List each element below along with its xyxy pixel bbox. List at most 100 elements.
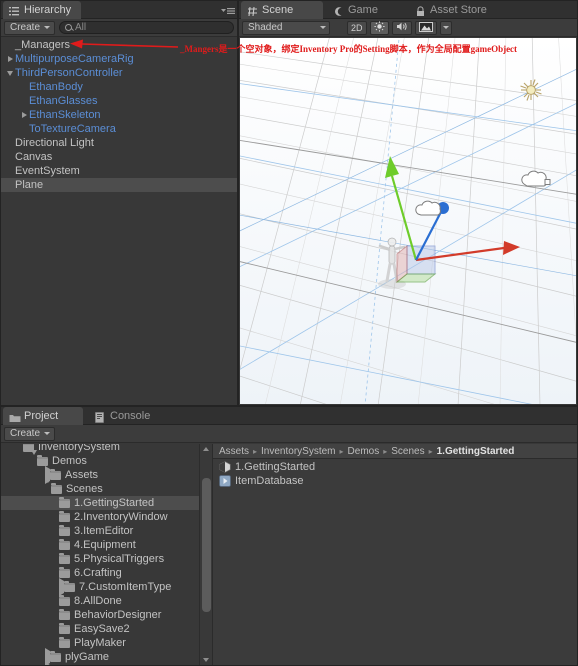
hierarchy-list[interactable]: _Managers MultipurposeCameraRig ThirdPerso… bbox=[1, 38, 237, 405]
project-tree-item-label: plyGame bbox=[65, 651, 110, 663]
project-tree-item-8-alldone[interactable]: 8.AllDone bbox=[1, 594, 199, 608]
project-tree-item-label: 7.CustomItemType bbox=[79, 581, 172, 593]
project-tree-item-easysave2[interactable]: EasySave2 bbox=[1, 622, 199, 636]
project-create-button[interactable]: Create bbox=[4, 426, 56, 441]
hierarchy-toolbar: Create All bbox=[1, 19, 237, 37]
project-tabbar: Project Console bbox=[1, 407, 577, 425]
tab-project[interactable]: Project bbox=[3, 407, 83, 425]
project-body: InventorySystem Demos Assets Scenes 1.Gettin… bbox=[1, 444, 577, 665]
tab-console[interactable]: Console bbox=[89, 407, 160, 425]
scroll-down-arrow[interactable] bbox=[200, 655, 212, 665]
game-icon bbox=[333, 5, 344, 16]
hierarchy-item-eventsystem[interactable]: EventSystem bbox=[1, 164, 237, 178]
tab-project-label: Project bbox=[24, 410, 59, 422]
toggle-2d-label: 2D bbox=[351, 22, 363, 33]
breadcrumb-item[interactable]: Scenes bbox=[391, 446, 424, 457]
project-tree-item-demos[interactable]: Demos bbox=[1, 450, 199, 468]
toggle-audio-button[interactable] bbox=[391, 20, 412, 35]
hierarchy-item-plane[interactable]: Plane bbox=[1, 178, 237, 192]
project-file-itemdatabase[interactable]: ItemDatabase bbox=[213, 474, 577, 488]
project-tree-item-scenes[interactable]: Scenes bbox=[1, 478, 199, 496]
sun-icon bbox=[373, 21, 385, 34]
panel-menu-icon[interactable] bbox=[221, 6, 235, 14]
hierarchy-item-canvas[interactable]: Canvas bbox=[1, 150, 237, 164]
chevron-down-icon[interactable] bbox=[5, 70, 15, 76]
draw-mode-dropdown[interactable]: Shaded bbox=[242, 20, 330, 35]
folder-icon bbox=[59, 608, 70, 620]
hierarchy-panel: Hierarchy Create All _Managers Multipurp… bbox=[0, 0, 238, 406]
project-content-pane: Assets ▸ InventorySystem ▸ Demos ▸ Scenes ▸ 1.Ge… bbox=[213, 444, 577, 665]
project-tree-item-assets[interactable]: Assets bbox=[1, 466, 199, 484]
toggle-effects-button[interactable] bbox=[414, 20, 437, 35]
project-tree-item-ufps[interactable]: UFPS bbox=[1, 662, 199, 665]
tab-game-label: Game bbox=[348, 4, 378, 16]
project-tree-item-5-physicaltriggers[interactable]: 5.PhysicalTriggers bbox=[1, 552, 199, 566]
hierarchy-item-ethanskeleton[interactable]: EthanSkeleton bbox=[1, 108, 237, 122]
hierarchy-item-ethanglasses[interactable]: EthanGlasses bbox=[1, 94, 237, 108]
breadcrumb-item[interactable]: Assets bbox=[219, 446, 249, 457]
breadcrumb[interactable]: Assets ▸ InventorySystem ▸ Demos ▸ Scenes ▸ 1.Ge… bbox=[213, 444, 577, 459]
tab-hierarchy-label: Hierarchy bbox=[24, 4, 72, 16]
project-tree-item-label: 4.Equipment bbox=[74, 539, 136, 551]
hierarchy-item-directional-light[interactable]: Directional Light bbox=[1, 136, 237, 150]
chevron-down-icon bbox=[320, 26, 326, 29]
tab-asset-store[interactable]: Asset Store bbox=[409, 1, 497, 19]
chevron-right-icon[interactable] bbox=[5, 56, 15, 62]
project-file-1-gettingstarted[interactable]: 1.GettingStarted bbox=[213, 460, 577, 474]
hierarchy-item-label: Plane bbox=[15, 179, 44, 191]
tab-asset-store-label: Asset Store bbox=[430, 4, 487, 16]
hierarchy-item-totexturecamera[interactable]: ToTextureCamera bbox=[1, 122, 237, 136]
breadcrumb-item[interactable]: 1.GettingStarted bbox=[437, 446, 515, 457]
hierarchy-create-label: Create bbox=[10, 21, 41, 33]
project-tree-item-label: 2.InventoryWindow bbox=[74, 511, 168, 523]
hierarchy-item-label: Canvas bbox=[15, 151, 53, 163]
chevron-right-icon[interactable] bbox=[19, 112, 29, 118]
breadcrumb-item[interactable]: InventorySystem bbox=[261, 446, 335, 457]
hierarchy-create-button[interactable]: Create bbox=[4, 20, 56, 35]
toggle-lighting-button[interactable] bbox=[369, 20, 389, 35]
project-tree-item-playmaker[interactable]: PlayMaker bbox=[1, 636, 199, 650]
hierarchy-icon bbox=[9, 5, 20, 16]
project-tree-item-behaviordesigner[interactable]: BehaviorDesigner bbox=[1, 608, 199, 622]
project-tree-item-plygame[interactable]: plyGame bbox=[1, 648, 199, 665]
hierarchy-search-input[interactable]: All bbox=[59, 21, 234, 34]
breadcrumb-separator: ▸ bbox=[383, 446, 388, 456]
project-tree-item-7-customitemtype[interactable]: 7.CustomItemType bbox=[1, 578, 199, 596]
project-tree-item-2-inventorywindow[interactable]: 2.InventoryWindow bbox=[1, 510, 199, 524]
breadcrumb-item[interactable]: Demos bbox=[348, 446, 380, 457]
folder-icon bbox=[59, 636, 70, 648]
project-file-label: 1.GettingStarted bbox=[235, 461, 316, 473]
unity-scene-icon bbox=[219, 461, 231, 473]
project-tree[interactable]: InventorySystem Demos Assets Scenes 1.Gettin… bbox=[1, 444, 213, 665]
effects-dropdown-button[interactable] bbox=[439, 20, 452, 35]
tab-game[interactable]: Game bbox=[327, 1, 388, 19]
project-tree-item-1-gettingstarted[interactable]: 1.GettingStarted bbox=[1, 496, 199, 510]
hierarchy-item-thirdpersoncontroller[interactable]: ThirdPersonController bbox=[1, 66, 237, 80]
hierarchy-item-ethanbody[interactable]: EthanBody bbox=[1, 80, 237, 94]
project-file-list[interactable]: 1.GettingStarted ItemDatabase bbox=[213, 460, 577, 665]
project-tree-scrollbar[interactable] bbox=[199, 444, 212, 665]
folder-icon bbox=[50, 650, 61, 662]
project-tree-item-label: InventorySystem bbox=[38, 444, 120, 453]
draw-mode-label: Shaded bbox=[248, 22, 283, 33]
project-toolbar: Create bbox=[1, 425, 577, 443]
toggle-2d-button[interactable]: 2D bbox=[347, 20, 367, 35]
scene-viewport[interactable] bbox=[240, 38, 576, 404]
scroll-up-arrow[interactable] bbox=[200, 444, 212, 454]
folder-icon bbox=[59, 538, 70, 550]
selected-object-cube bbox=[395, 244, 437, 284]
project-tree-item-label: 3.ItemEditor bbox=[74, 525, 134, 537]
tab-scene[interactable]: Scene bbox=[241, 1, 323, 19]
scene-view-panel: Scene Game Asset Store Shaded 2D bbox=[238, 0, 578, 406]
project-panel: Project Console Create InventorySystem D… bbox=[0, 406, 578, 666]
hierarchy-tabbar: Hierarchy bbox=[1, 1, 237, 19]
folder-icon bbox=[64, 580, 75, 592]
project-tree-item-3-itemeditor[interactable]: 3.ItemEditor bbox=[1, 524, 199, 538]
hierarchy-item-label: EthanBody bbox=[29, 81, 83, 93]
scrollbar-thumb[interactable] bbox=[202, 478, 211, 612]
project-tree-item-4-equipment[interactable]: 4.Equipment bbox=[1, 538, 199, 552]
project-tree-item-6-crafting[interactable]: 6.Crafting bbox=[1, 566, 199, 580]
speaker-icon bbox=[396, 21, 408, 34]
grid-icon bbox=[247, 5, 258, 16]
tab-hierarchy[interactable]: Hierarchy bbox=[3, 1, 82, 19]
